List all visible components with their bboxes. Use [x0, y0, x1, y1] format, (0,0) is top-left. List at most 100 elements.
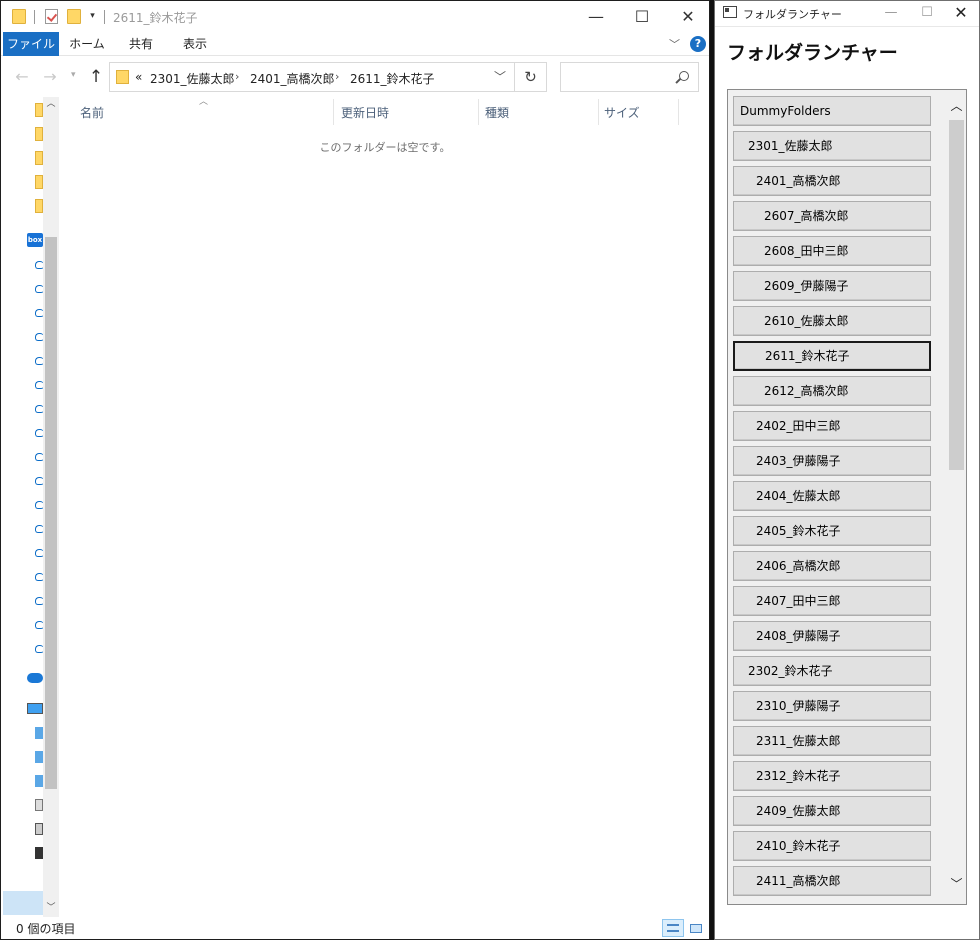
- cloud-folder-icon[interactable]: [35, 473, 44, 487]
- cloud-folder-icon[interactable]: [35, 329, 44, 343]
- folder-list-scrollbar[interactable]: ︿ ﹀: [947, 90, 966, 904]
- minimize-button[interactable]: —: [873, 1, 909, 27]
- tab-home[interactable]: ホーム: [63, 32, 111, 56]
- box-logo-icon[interactable]: box: [27, 233, 43, 247]
- cloud-folder-icon[interactable]: [35, 617, 44, 631]
- folder-button[interactable]: 2311_佐藤太郎: [733, 726, 931, 756]
- tab-file[interactable]: ファイル: [3, 32, 59, 56]
- close-button[interactable]: ✕: [943, 1, 979, 27]
- chevron-right-icon[interactable]: ›: [335, 70, 339, 83]
- cloud-folder-icon[interactable]: [35, 425, 44, 439]
- folder-button[interactable]: 2312_鈴木花子: [733, 761, 931, 791]
- folder-button[interactable]: 2302_鈴木花子: [733, 656, 931, 686]
- recent-locations-chevron-icon[interactable]: ▾: [71, 70, 76, 80]
- search-input[interactable]: [560, 62, 699, 92]
- folder-button[interactable]: 2607_高橋次郎: [733, 201, 931, 231]
- scroll-thumb[interactable]: [949, 120, 964, 470]
- folder-button[interactable]: 2408_伊藤陽子: [733, 621, 931, 651]
- column-divider[interactable]: [678, 99, 679, 125]
- videos-icon[interactable]: [35, 847, 43, 859]
- tab-share[interactable]: 共有: [117, 32, 165, 56]
- folder-button[interactable]: 2610_佐藤太郎: [733, 306, 931, 336]
- minimize-button[interactable]: —: [573, 1, 619, 32]
- folder-icon[interactable]: [35, 199, 43, 213]
- file-list-view[interactable]: ︿ 名前 更新日時 種類 サイズ このフォルダーは空です。: [61, 97, 709, 917]
- folder-button[interactable]: 2411_高橋次郎: [733, 866, 931, 896]
- scroll-down-icon[interactable]: ﹀: [947, 874, 966, 894]
- folder-button[interactable]: 2301_佐藤太郎: [733, 131, 931, 161]
- cloud-folder-icon[interactable]: [35, 401, 44, 415]
- column-divider[interactable]: [598, 99, 599, 125]
- folder-icon[interactable]: [35, 175, 43, 189]
- folder-button[interactable]: 2405_鈴木花子: [733, 516, 931, 546]
- cloud-folder-icon[interactable]: [35, 377, 44, 391]
- cloud-folder-icon[interactable]: [35, 593, 44, 607]
- new-folder-icon[interactable]: [67, 9, 81, 24]
- navigation-pane-scrollbar[interactable]: ︿ ﹀: [43, 97, 59, 917]
- column-divider[interactable]: [333, 99, 334, 125]
- maximize-button[interactable]: ☐: [909, 1, 945, 27]
- cloud-folder-icon[interactable]: [35, 305, 44, 319]
- objects-3d-icon[interactable]: [35, 727, 43, 739]
- refresh-button[interactable]: ↻: [515, 62, 547, 92]
- folder-icon[interactable]: [35, 127, 43, 141]
- folder-button[interactable]: 2402_田中三郎: [733, 411, 931, 441]
- scroll-down-icon[interactable]: ﹀: [43, 901, 59, 915]
- large-icons-view-button[interactable]: [685, 919, 707, 937]
- pictures-icon[interactable]: [35, 823, 43, 835]
- maximize-button[interactable]: ☐: [619, 1, 665, 32]
- scroll-up-icon[interactable]: ︿: [43, 97, 59, 111]
- scroll-up-icon[interactable]: ︿: [947, 96, 966, 116]
- breadcrumb-item[interactable]: 2611_鈴木花子: [350, 70, 435, 87]
- folder-icon[interactable]: [35, 103, 43, 117]
- close-button[interactable]: ✕: [665, 1, 711, 32]
- cloud-folder-icon[interactable]: [35, 545, 44, 559]
- cloud-folder-icon[interactable]: [35, 353, 44, 367]
- column-header-modified[interactable]: 更新日時: [341, 104, 389, 121]
- folder-button[interactable]: 2611_鈴木花子: [733, 341, 931, 371]
- cloud-folder-icon[interactable]: [35, 281, 44, 295]
- folder-button[interactable]: 2609_伊藤陽子: [733, 271, 931, 301]
- documents-icon[interactable]: [35, 799, 43, 811]
- tab-view[interactable]: 表示: [171, 32, 219, 56]
- cloud-folder-icon[interactable]: [35, 257, 44, 271]
- folder-button[interactable]: 2310_伊藤陽子: [733, 691, 931, 721]
- breadcrumb-item[interactable]: 2401_高橋次郎: [250, 70, 335, 87]
- folder-button[interactable]: 2404_佐藤太郎: [733, 481, 931, 511]
- folder-button[interactable]: 2612_高橋次郎: [733, 376, 931, 406]
- cloud-folder-icon[interactable]: [35, 449, 44, 463]
- folder-button[interactable]: DummyFolders: [733, 96, 931, 126]
- breadcrumb-overflow[interactable]: «: [135, 70, 142, 84]
- this-pc-icon[interactable]: [27, 703, 43, 714]
- back-arrow-icon[interactable]: ←: [13, 67, 31, 87]
- address-bar[interactable]: « 2301_佐藤太郎 › 2401_高橋次郎 › 2611_鈴木花子 ﹀: [109, 62, 515, 92]
- address-history-chevron-down-icon[interactable]: ﹀: [494, 68, 506, 85]
- properties-check-icon[interactable]: [45, 9, 58, 24]
- cloud-folder-icon[interactable]: [35, 641, 44, 655]
- desktop-icon[interactable]: [35, 775, 43, 787]
- folder-button[interactable]: 2401_高橋次郎: [733, 166, 931, 196]
- folder-button[interactable]: 2403_伊藤陽子: [733, 446, 931, 476]
- column-header-name[interactable]: 名前: [80, 104, 104, 121]
- folder-button[interactable]: 2409_佐藤太郎: [733, 796, 931, 826]
- quick-access-dropdown-icon[interactable]: ▾: [88, 10, 97, 22]
- folder-button[interactable]: 2608_田中三郎: [733, 236, 931, 266]
- forward-arrow-icon[interactable]: →: [41, 67, 59, 87]
- folder-button[interactable]: 2407_田中三郎: [733, 586, 931, 616]
- help-icon[interactable]: ?: [690, 36, 706, 52]
- scroll-thumb[interactable]: [45, 237, 57, 789]
- column-header-type[interactable]: 種類: [485, 104, 509, 121]
- downloads-icon[interactable]: [35, 751, 43, 763]
- folder-button[interactable]: 2410_鈴木花子: [733, 831, 931, 861]
- selected-nav-item[interactable]: [3, 891, 43, 915]
- folder-icon[interactable]: [35, 151, 43, 165]
- cloud-folder-icon[interactable]: [35, 521, 44, 535]
- up-arrow-icon[interactable]: ↑: [87, 67, 105, 87]
- cloud-folder-icon[interactable]: [35, 497, 44, 511]
- folder-button[interactable]: 2406_高橋次郎: [733, 551, 931, 581]
- breadcrumb-item[interactable]: 2301_佐藤太郎: [150, 70, 235, 87]
- details-view-button[interactable]: [662, 919, 684, 937]
- column-divider[interactable]: [478, 99, 479, 125]
- cloud-folder-icon[interactable]: [35, 569, 44, 583]
- onedrive-icon[interactable]: [27, 673, 43, 683]
